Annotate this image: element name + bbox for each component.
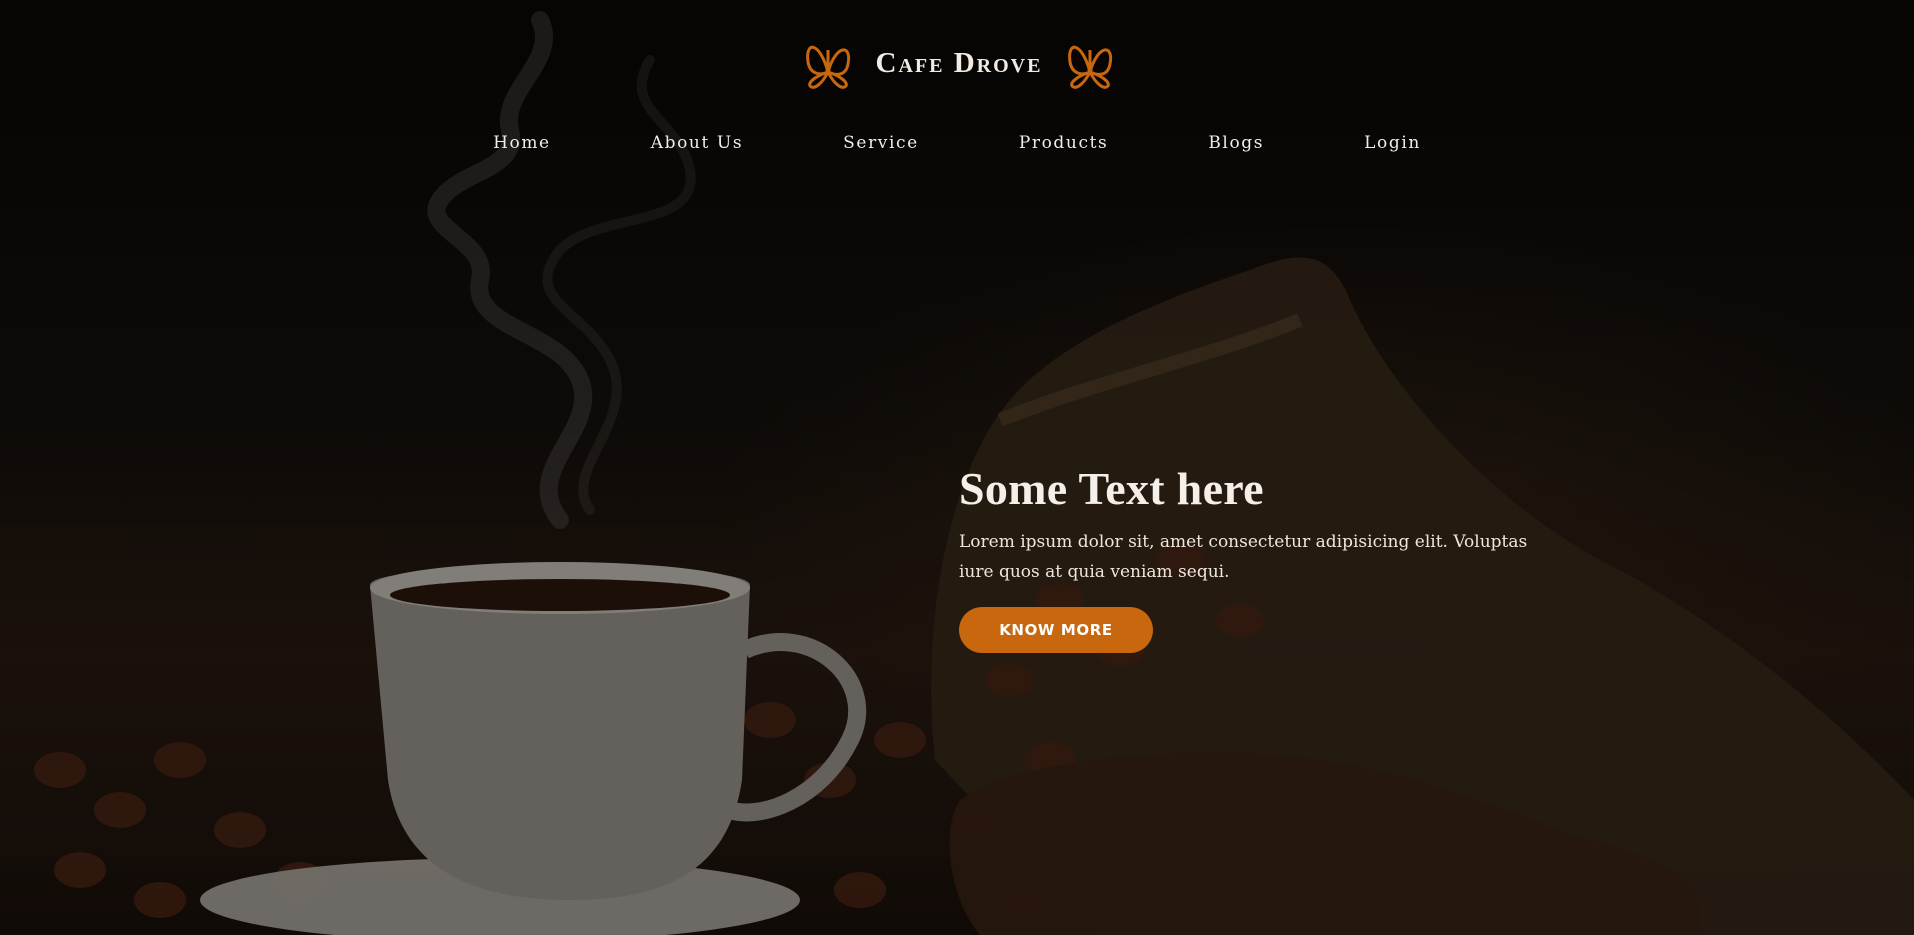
brand-logo[interactable]: Cafe Drove [800, 30, 1118, 96]
nav-item-products[interactable]: Products [1019, 133, 1109, 153]
nav-item-home[interactable]: Home [493, 133, 551, 153]
nav-item-about-us[interactable]: About Us [651, 133, 743, 153]
site-header: Cafe Drove Home About Us Service Product… [0, 0, 1914, 170]
nav-item-service[interactable]: Service [843, 133, 919, 153]
nav-item-login[interactable]: Login [1364, 133, 1421, 153]
main-nav: Home About Us Service Products Blogs Log… [0, 133, 1914, 153]
hero-section: Cafe Drove Home About Us Service Product… [0, 0, 1914, 935]
brand-name: Cafe Drove [875, 46, 1043, 79]
know-more-button[interactable]: KNOW MORE [959, 607, 1153, 653]
hero-description: Lorem ipsum dolor sit, amet consectetur … [959, 532, 1528, 582]
butterfly-icon [806, 45, 851, 89]
butterfly-icon [1068, 45, 1113, 89]
nav-item-blogs[interactable]: Blogs [1208, 133, 1264, 153]
hero-headline: Some Text here [959, 463, 1264, 514]
hero-content: Some Text here Lorem ipsum dolor sit, am… [959, 462, 1539, 653]
